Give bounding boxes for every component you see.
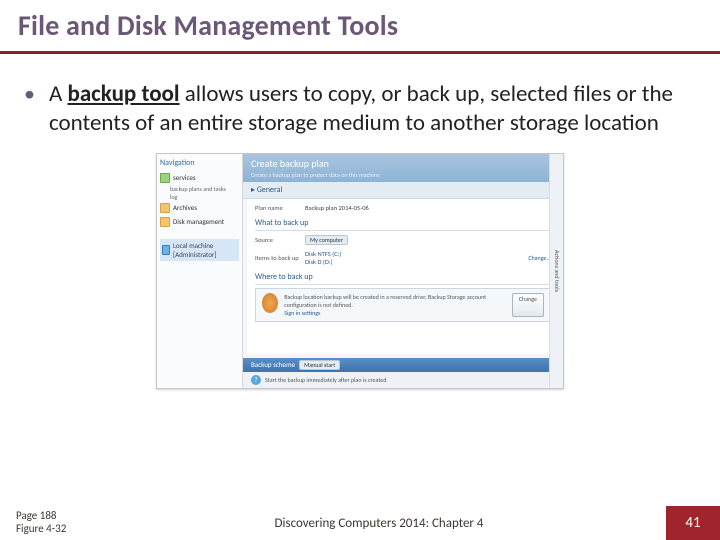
nav-subitem[interactable]: log [170, 193, 239, 201]
footer-left: Page 188 Figure 4-32 [0, 506, 92, 540]
nav-item[interactable]: services [160, 171, 239, 185]
source-dropdown[interactable]: My computer [305, 235, 348, 245]
schedule-note: Start the backup immediately after plan … [265, 376, 386, 384]
nav-item[interactable]: Archives [160, 201, 239, 215]
source-label: Source [255, 236, 305, 244]
disk-icon [160, 217, 170, 227]
panel-header-title: Create backup plan [251, 157, 329, 170]
bullet-prefix: A [49, 80, 68, 108]
source-row: Source My computer [255, 234, 551, 246]
panel-foot: ? Start the backup immediately after pla… [243, 372, 563, 388]
help-icon[interactable]: ? [251, 375, 261, 385]
bullet-item: • A backup tool allows users to copy, or… [24, 80, 696, 139]
schedule-bar: Backup scheme Manual start [243, 358, 563, 372]
slide-title: File and Disk Management Tools [18, 8, 702, 43]
plan-name-label: Plan name [255, 204, 305, 212]
bullet-marker: • [24, 80, 35, 109]
tab-label: General [257, 185, 283, 195]
section-what: What to back up [255, 216, 551, 231]
right-tab[interactable]: Actions and tools [549, 154, 563, 388]
archive-icon [160, 203, 170, 213]
nav-item-label: services [173, 173, 196, 182]
items-value: Disk NTFS (C:)Disk D (D:) [305, 250, 528, 266]
change-link[interactable]: Change... [528, 254, 551, 262]
items-row: Items to back up Disk NTFS (C:)Disk D (D… [255, 249, 551, 267]
schedule-label: Backup scheme [251, 360, 295, 369]
machine-icon [162, 245, 170, 255]
nav-subitem[interactable]: backup plans and tasks [170, 185, 239, 193]
right-tab-label: Actions and tools [553, 250, 561, 292]
cloud-icon [262, 293, 278, 313]
section-where: Where to back up [255, 270, 551, 285]
change-button[interactable]: Change [512, 293, 544, 317]
bullet-text: A backup tool allows users to copy, or b… [49, 80, 696, 139]
bullet-bold: backup tool [67, 80, 179, 108]
title-bar: File and Disk Management Tools [0, 0, 720, 47]
nav-item[interactable]: Disk management [160, 215, 239, 229]
plan-name-value[interactable]: Backup plan 2014-05-06 [305, 204, 551, 212]
nav-title: Navigation [160, 158, 239, 168]
nav-selected[interactable]: Local machine [Administrator] [160, 239, 239, 261]
nav-panel: Navigation services backup plans and tas… [157, 154, 243, 388]
nav-selected-label: Local machine [Administrator] [173, 241, 237, 259]
screenshot-wrap: Navigation services backup plans and tas… [24, 153, 696, 389]
backup-tool-screenshot: Navigation services backup plans and tas… [156, 153, 564, 389]
service-icon [160, 173, 170, 183]
signin-link[interactable]: Sign in settings [284, 309, 320, 317]
nav-item-label: Disk management [173, 217, 224, 226]
slide-number: 41 [666, 506, 720, 540]
main-panel: Create backup plan Create a backup plan … [243, 154, 563, 388]
items-label: Items to back up [255, 254, 305, 262]
figure-ref: Figure 4-32 [16, 523, 92, 536]
plan-name-row: Plan name Backup plan 2014-05-06 [255, 203, 551, 213]
schedule-dropdown[interactable]: Manual start [299, 360, 340, 370]
panel-header: Create backup plan Create a backup plan … [243, 154, 563, 182]
destination-box: Backup location backup will be created i… [255, 288, 551, 322]
nav-item-label: Archives [173, 203, 197, 212]
slide-footer: Page 188 Figure 4-32 Discovering Compute… [0, 506, 720, 540]
panel-body: Plan name Backup plan 2014-05-06 What to… [247, 199, 559, 354]
tab-general[interactable]: ▸ General [243, 182, 563, 199]
panel-header-subtitle: Create a backup plan to protect data on … [251, 171, 555, 179]
footer-chapter: Discovering Computers 2014: Chapter 4 [92, 506, 666, 540]
content-area: • A backup tool allows users to copy, or… [0, 54, 720, 389]
destination-text: Backup location backup will be created i… [284, 293, 506, 317]
